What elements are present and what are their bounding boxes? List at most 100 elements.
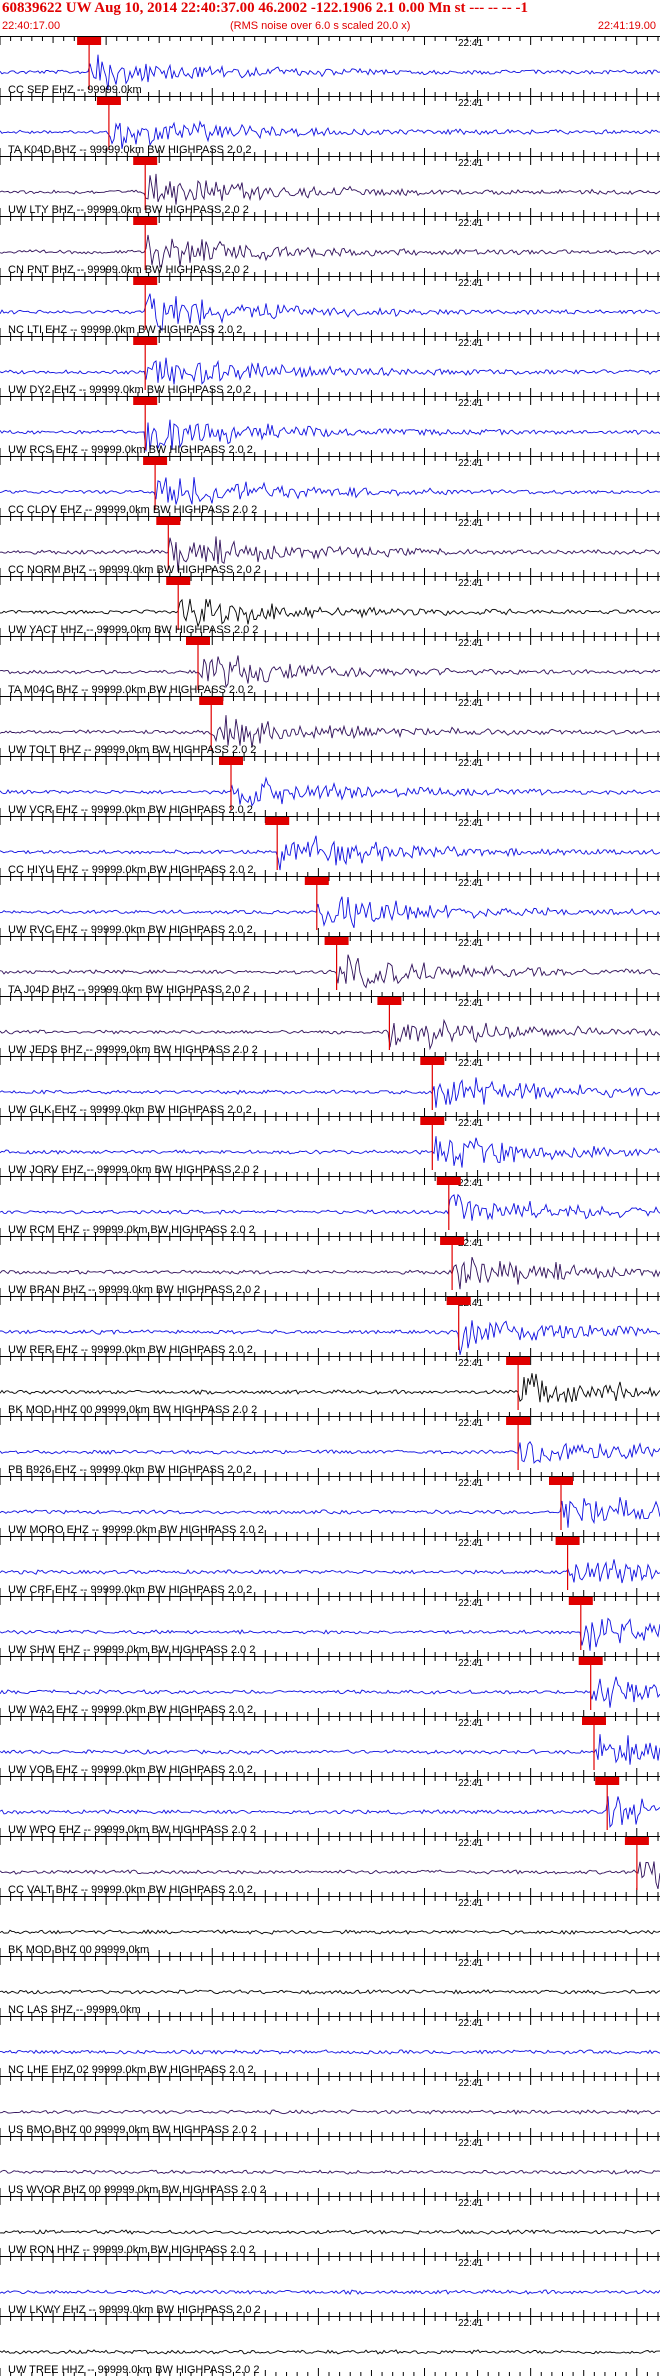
pick-flag: [436, 1177, 461, 1185]
start-time: 22:40:17.00: [2, 20, 61, 32]
pick-flag: [420, 1057, 445, 1065]
waveform-trace: [0, 954, 660, 989]
station-label: CC NORM BHZ -- 99999.0km BW HIGHPASS 2.0…: [8, 564, 261, 576]
trace-row: 22:41 UW JEDS BHZ -- 99999.0km BW HIGHPAS…: [0, 996, 660, 1056]
end-time: 22:41:19.00: [597, 20, 656, 32]
pick-flag: [166, 577, 191, 585]
time-tick-label: 22:41: [458, 1538, 483, 1549]
waveform-trace: [0, 234, 660, 269]
waveform-trace: [0, 173, 660, 205]
pick-flag: [186, 637, 210, 645]
time-tick-label: 22:41: [458, 218, 483, 229]
waveform-trace: [0, 1373, 660, 1403]
trace-row: 22:41 PB B926 EHZ -- 99999.0km BW HIGHPAS…: [0, 1416, 660, 1476]
pick-flag: [133, 217, 158, 225]
trace-row: 22:41 NC LHE EHZ 02 99999.0km BW HIGHPASS…: [0, 2016, 660, 2076]
station-label: UW WPO EHZ -- 99999.0km BW HIGHPASS 2.0 …: [8, 1824, 256, 1836]
time-tick-label: 22:41: [458, 1958, 483, 1969]
waveform-trace: [0, 1441, 660, 1464]
time-tick-label: 22:41: [458, 638, 483, 649]
trace-row: 22:41 CC NORM BHZ -- 99999.0km BW HIGHPAS…: [0, 516, 660, 576]
time-tick-label: 22:41: [458, 158, 483, 169]
station-label: US WVOR BHZ 00 99999.0km BW HIGHPASS 2.0…: [8, 2184, 266, 2196]
time-tick-label: 22:41: [458, 2198, 483, 2209]
pick-flag: [133, 277, 158, 285]
pick-flag: [133, 337, 158, 345]
pick-flag: [324, 937, 349, 945]
trace-row: 22:41 CC SEP EHZ -- 99999.0km: [0, 36, 660, 96]
trace-row: 22:41 UW RCS EHZ -- 99999.0km BW HIGHPASS…: [0, 396, 660, 456]
pick-flag: [199, 697, 224, 705]
pick-flag: [624, 1837, 649, 1845]
time-tick-label: 22:41: [458, 1478, 483, 1489]
pick-flag: [506, 1417, 531, 1425]
station-label: UW RCM EHZ -- 99999.0km BW HIGHPASS 2.0 …: [8, 1224, 255, 1236]
time-tick-label: 22:41: [458, 398, 483, 409]
trace-row: 22:41 UW YACT HHZ -- 99999.0km BW HIGHPAS…: [0, 576, 660, 636]
station-label: CC SEP EHZ -- 99999.0km: [8, 84, 142, 96]
trace-row: 22:41 UW WPO EHZ -- 99999.0km BW HIGHPASS…: [0, 1776, 660, 1836]
pick-flag: [582, 1717, 606, 1725]
station-label: UW VOB EHZ -- 99999.0km BW HIGHPASS 2.0 …: [8, 1764, 253, 1776]
trace-row: 22:41 CC HIYU EHZ -- 99999.0km BW HIGHPAS…: [0, 816, 660, 876]
station-label: UW RCS EHZ -- 99999.0km BW HIGHPASS 2.0 …: [8, 444, 253, 456]
trace-row: 22:41 UW RVC EHZ -- 99999.0km BW HIGHPASS…: [0, 876, 660, 936]
time-tick-label: 22:41: [458, 2018, 483, 2029]
time-tick-label: 22:41: [458, 1838, 483, 1849]
station-label: UW BRAN BHZ -- 99999.0km BW HIGHPASS 2.0…: [8, 1284, 260, 1296]
waveform-trace: [0, 1193, 660, 1221]
station-label: BK MOD HHZ 00 99999.0km BW HIGHPASS 2.0 …: [8, 1404, 257, 1416]
trace-row: 22:41 UW TOLT BHZ -- 99999.0km BW HIGHPAS…: [0, 696, 660, 756]
pick-flag: [77, 37, 102, 45]
pick-flag: [549, 1477, 573, 1485]
event-title: 60839622 UW Aug 10, 2014 22:40:37.00 46.…: [2, 0, 528, 16]
waveform-trace: [0, 2169, 660, 2175]
time-tick-label: 22:41: [458, 1598, 483, 1609]
pick-flag: [133, 157, 158, 165]
trace-row: 22:41 UW RON HHZ -- 99999.0km BW HIGHPASS…: [0, 2196, 660, 2256]
trace-row: 22:41 UW SHW EHZ -- 99999.0km BW HIGHPASS…: [0, 1596, 660, 1656]
trace-row: 22:41UW RER EHZ -- 99999.0km BW HIGHPASS…: [0, 1296, 660, 1356]
trace-row: 22:41 US WVOR BHZ 00 99999.0km BW HIGHPAS…: [0, 2136, 660, 2196]
pick-flag: [420, 1117, 445, 1125]
station-label: TA K04D BHZ -- 99999.0km BW HIGHPASS 2.0…: [8, 144, 252, 156]
station-label: CC CLOV EHZ -- 99999.0km BW HIGHPASS 2.0…: [8, 504, 257, 516]
station-label: NC LTI EHZ -- 99999.0km BW HIGHPASS 2.0 …: [8, 324, 242, 336]
pick-flag: [133, 397, 158, 405]
station-label: CC HIYU EHZ -- 99999.0km BW HIGHPASS 2.0…: [8, 864, 254, 876]
pick-flag: [96, 97, 121, 105]
station-label: UW LTY BHZ -- 99999.0km BW HIGHPASS 2.0 …: [8, 204, 249, 216]
station-label: UW RER EHZ -- 99999.0km BW HIGHPASS 2.0 …: [8, 1344, 253, 1356]
time-tick-label: 22:41: [458, 1718, 483, 1729]
time-tick-label: 22:41: [458, 938, 483, 949]
pick-flag: [377, 997, 402, 1005]
time-tick-label: 22:41: [458, 998, 483, 1009]
waveform-trace: [0, 1796, 660, 1828]
trace-row: 22:41UW BRAN BHZ -- 99999.0km BW HIGHPAS…: [0, 1236, 660, 1296]
waveform-trace: [0, 598, 660, 629]
waveform-trace: [0, 2049, 660, 2055]
pick-flag: [568, 1597, 593, 1605]
time-tick-label: 22:41: [458, 578, 483, 589]
trace-row: 22:41 UW VCR EHZ -- 99999.0km BW HIGHPASS…: [0, 756, 660, 816]
trace-row: 22:41 CC CLOV EHZ -- 99999.0km BW HIGHPAS…: [0, 456, 660, 516]
station-label: UW JEDS BHZ -- 99999.0km BW HIGHPASS 2.0…: [8, 1044, 258, 1056]
time-tick-label: 22:41: [458, 1058, 483, 1069]
station-label: TA M04C BHZ -- 99999.0km BW HIGHPASS 2.0…: [8, 684, 253, 696]
pick-flag: [219, 757, 243, 765]
station-label: UW WA2 EHZ -- 99999.0km BW HIGHPASS 2.0 …: [8, 1704, 253, 1716]
record-header: 60839622 UW Aug 10, 2014 22:40:37.00 46.…: [0, 0, 660, 36]
trace-row: 22:41 UW JORV EHZ -- 99999.0km BW HIGHPAS…: [0, 1116, 660, 1176]
waveform-trace: [0, 1929, 660, 1935]
time-tick-label: 22:41: [458, 2138, 483, 2149]
time-tick-label: 22:41: [458, 278, 483, 289]
trace-row: 22:41 UW LTY BHZ -- 99999.0km BW HIGHPASS…: [0, 156, 660, 216]
pick-flag: [595, 1777, 620, 1785]
time-tick-label: 22:41: [458, 1418, 483, 1429]
time-tick-label: 22:41: [458, 338, 483, 349]
waveform-trace: [0, 715, 660, 748]
trace-row: 22:41 UW DY2 EHZ -- 99999.0km BW HIGHPASS…: [0, 336, 660, 396]
seismogram-panel: 22:41 CC SEP EHZ -- 99999.0km 22:41 TA K04D…: [0, 36, 660, 2376]
trace-row: 22:41 UW CRF EHZ -- 99999.0km BW HIGHPASS…: [0, 1536, 660, 1596]
pick-flag: [143, 457, 168, 465]
